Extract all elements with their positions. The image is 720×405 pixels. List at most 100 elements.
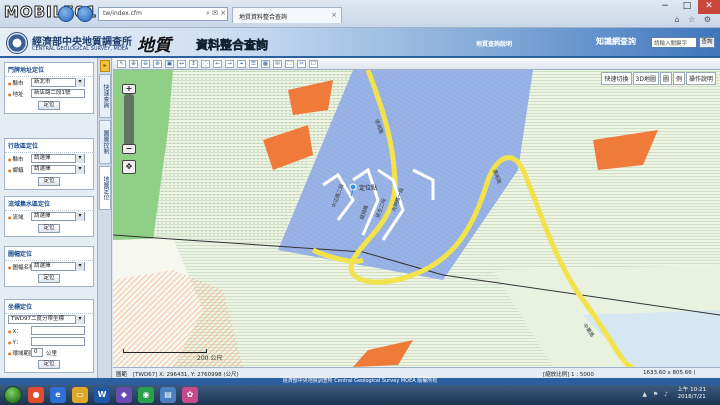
clock-date: 2018/7/21 — [677, 394, 706, 400]
pan-control-icon[interactable]: ✥ — [122, 160, 136, 174]
app2-taskbar-icon[interactable]: ▤ — [160, 387, 176, 403]
map-status-bar: 圖範 [TWD67] X: 296431, Y: 2760998 (公尺) [縮… — [113, 367, 720, 378]
line-taskbar-icon[interactable]: ◉ — [138, 387, 154, 403]
sheet-select[interactable]: 請選擇 — [31, 262, 85, 271]
map-tool-11-icon[interactable]: ☰ — [249, 60, 258, 68]
doorplate-locate-title: 門牌地址定位 — [5, 63, 93, 77]
address-bar-icons[interactable]: ⌕ ✉ × — [206, 9, 226, 18]
map-tool-16-icon[interactable]: ☐ — [309, 60, 318, 68]
status-scale: [縮放比例] 1 : 5000 — [543, 372, 594, 378]
status-mode: 圖範 — [116, 372, 128, 378]
maximize-button[interactable]: □ — [676, 0, 698, 14]
radius-input[interactable]: 0 — [31, 348, 43, 357]
location-panel: 門牌地址定位 縣市新北市 地址新店路二段1號 定位 行政區定位 縣市請選擇 鄉鎮… — [0, 58, 98, 378]
side-tabs: ▸ 快速查詢 圖層控制 地圖定位 — [98, 58, 112, 378]
legend-button[interactable]: 例 — [672, 72, 685, 85]
coord-locate-title: 坐標定位 — [5, 300, 93, 314]
back-button[interactable] — [58, 6, 74, 22]
admin-locate-title: 行政區定位 — [5, 139, 93, 153]
tab-layer-control[interactable]: 圖層控制 — [99, 120, 111, 164]
datum-select[interactable]: TWD97二度分帶坐標 — [8, 315, 85, 324]
app3-taskbar-icon[interactable]: ✿ — [182, 387, 198, 403]
quick-switch-button[interactable]: 快速切換 — [601, 72, 632, 85]
map-toolbar: ↖ ⊕ ⊖ ⊗ ▣ ↔ ↕ ◌ ← → ⌖ ☰ ▦ ✉ ⛶ ✂ ☐ — [113, 58, 720, 70]
admin-city-select[interactable]: 請選擇 — [31, 154, 85, 163]
coord-locate-button[interactable]: 定位 — [38, 360, 60, 369]
coord-locate-group: 坐標定位 TWD97二度分帶坐標 X： Y： 環域範圍0公里 定位 — [4, 299, 94, 373]
page-footer: 經濟部中央地質調查所 Central Geological Survey MOE… — [0, 378, 720, 385]
basin-select[interactable]: 請選擇 — [31, 212, 85, 221]
map-tool-4-icon[interactable]: ▣ — [165, 60, 174, 68]
browser-tab[interactable]: 地質資料整合查詢 × — [232, 7, 342, 23]
map-tool-2-icon[interactable]: ⊖ — [141, 60, 150, 68]
agency-seal-icon — [6, 32, 28, 54]
map-tool-6-icon[interactable]: ↕ — [189, 60, 198, 68]
knowledge-search-button[interactable]: 查詢 — [699, 37, 715, 48]
start-button[interactable] — [4, 386, 22, 404]
chrome-taskbar-icon[interactable]: ● — [28, 387, 44, 403]
knowledge-search-input[interactable]: 請輸入關鍵字 — [651, 37, 697, 48]
map-tool-7-icon[interactable]: ◌ — [201, 60, 210, 68]
map-tool-3-icon[interactable]: ⊗ — [153, 60, 162, 68]
admin-town-label: 鄉鎮 — [8, 166, 24, 174]
map-svg[interactable]: 定位點 張南路 連裕路 中正路二段 城與路 民生二段 光明路一段 中華路 — [113, 70, 720, 367]
address-label: 地址 — [8, 90, 24, 98]
word-taskbar-icon[interactable]: W — [94, 387, 110, 403]
system-tray-icons[interactable]: ▲ ⚑ ♪ — [642, 391, 670, 398]
tab-quick-query[interactable]: 快速查詢 — [99, 74, 111, 118]
admin-city-label: 縣市 — [8, 155, 24, 163]
basin-locate-title: 流域集水區定位 — [5, 197, 93, 211]
collapse-arrow-icon[interactable]: ▸ — [100, 60, 110, 72]
doorplate-locate-button[interactable]: 定位 — [38, 101, 60, 110]
doorplate-locate-group: 門牌地址定位 縣市新北市 地址新店路二段1號 定位 — [4, 62, 94, 114]
map-tool-15-icon[interactable]: ✂ — [297, 60, 306, 68]
basin-label: 流域 — [8, 213, 24, 221]
y-input[interactable] — [31, 337, 85, 346]
sheet-locate-group: 圖幅定位 圖幅名稱請選擇 定位 — [4, 246, 94, 287]
map-tool-8-icon[interactable]: ← — [213, 60, 222, 68]
x-input[interactable] — [31, 326, 85, 335]
folder-taskbar-icon[interactable]: ▭ — [72, 387, 88, 403]
close-window-button[interactable]: ✕ — [698, 0, 720, 14]
query-help-link[interactable]: 地質查詢說明 — [476, 39, 512, 48]
clock-time: 上午 10:21 — [677, 387, 706, 393]
site-title: 資料整合查詢 — [196, 38, 269, 53]
browser-chrome: MOBILE01 tw/index.cfm ⌕ ✉ × 地質資料整合查詢 × −… — [0, 0, 720, 28]
operation-help-button[interactable]: 操作說明 — [685, 72, 716, 85]
map-function-buttons: 快速切換 3D地圖圖例操作說明 — [600, 72, 716, 85]
sheet-locate-title: 圖幅定位 — [5, 247, 93, 261]
browser-toolbar-icons[interactable]: ⌂ ☆ ⚙ — [674, 15, 714, 24]
minimize-button[interactable]: − — [654, 0, 676, 14]
tab-map-locate[interactable]: 地圖定位 — [99, 166, 111, 210]
map-tool-13-icon[interactable]: ✉ — [273, 60, 282, 68]
admin-locate-button[interactable]: 定位 — [38, 177, 60, 186]
map-button[interactable]: 圖 — [659, 72, 672, 85]
ie-taskbar-icon[interactable]: e — [50, 387, 66, 403]
close-tab-icon[interactable]: × — [331, 11, 337, 19]
map-canvas[interactable]: 定位點 張南路 連裕路 中正路二段 城與路 民生二段 光明路一段 中華路 快速切… — [113, 70, 720, 367]
status-size: 1633.60 x 805.66 ( — [643, 370, 696, 376]
brand-calligraphy: 地質 — [137, 36, 171, 56]
map-tool-9-icon[interactable]: → — [225, 60, 234, 68]
zoom-out-button[interactable]: − — [122, 144, 136, 154]
forward-button[interactable] — [77, 6, 93, 22]
map-tool-5-icon[interactable]: ↔ — [177, 60, 186, 68]
map-tool-1-icon[interactable]: ⊕ — [129, 60, 138, 68]
zoom-control: + − ✥ — [119, 80, 139, 174]
zoom-slider-track[interactable] — [124, 94, 134, 148]
sheet-locate-button[interactable]: 定位 — [38, 274, 60, 283]
scale-label: 200 公尺 — [197, 355, 223, 362]
map-tool-14-icon[interactable]: ⛶ — [285, 60, 294, 68]
admin-town-select[interactable]: 請選擇 — [31, 165, 85, 174]
map-tool-12-icon[interactable]: ▦ — [261, 60, 270, 68]
map-tool-10-icon[interactable]: ⌖ — [237, 60, 246, 68]
3d-map-button[interactable]: 3D地圖 — [632, 72, 659, 85]
taskbar-clock[interactable]: 上午 10:21 2018/7/21 — [677, 387, 706, 401]
address-input[interactable]: 新店路二段1號 — [31, 89, 85, 98]
basin-locate-button[interactable]: 定位 — [38, 224, 60, 233]
app-taskbar-icon[interactable]: ◆ — [116, 387, 132, 403]
marker-label: 定位點 — [359, 184, 377, 192]
city-select[interactable]: 新北市 — [31, 78, 85, 87]
zoom-in-button[interactable]: + — [122, 84, 136, 94]
map-tool-0-icon[interactable]: ↖ — [117, 60, 126, 68]
